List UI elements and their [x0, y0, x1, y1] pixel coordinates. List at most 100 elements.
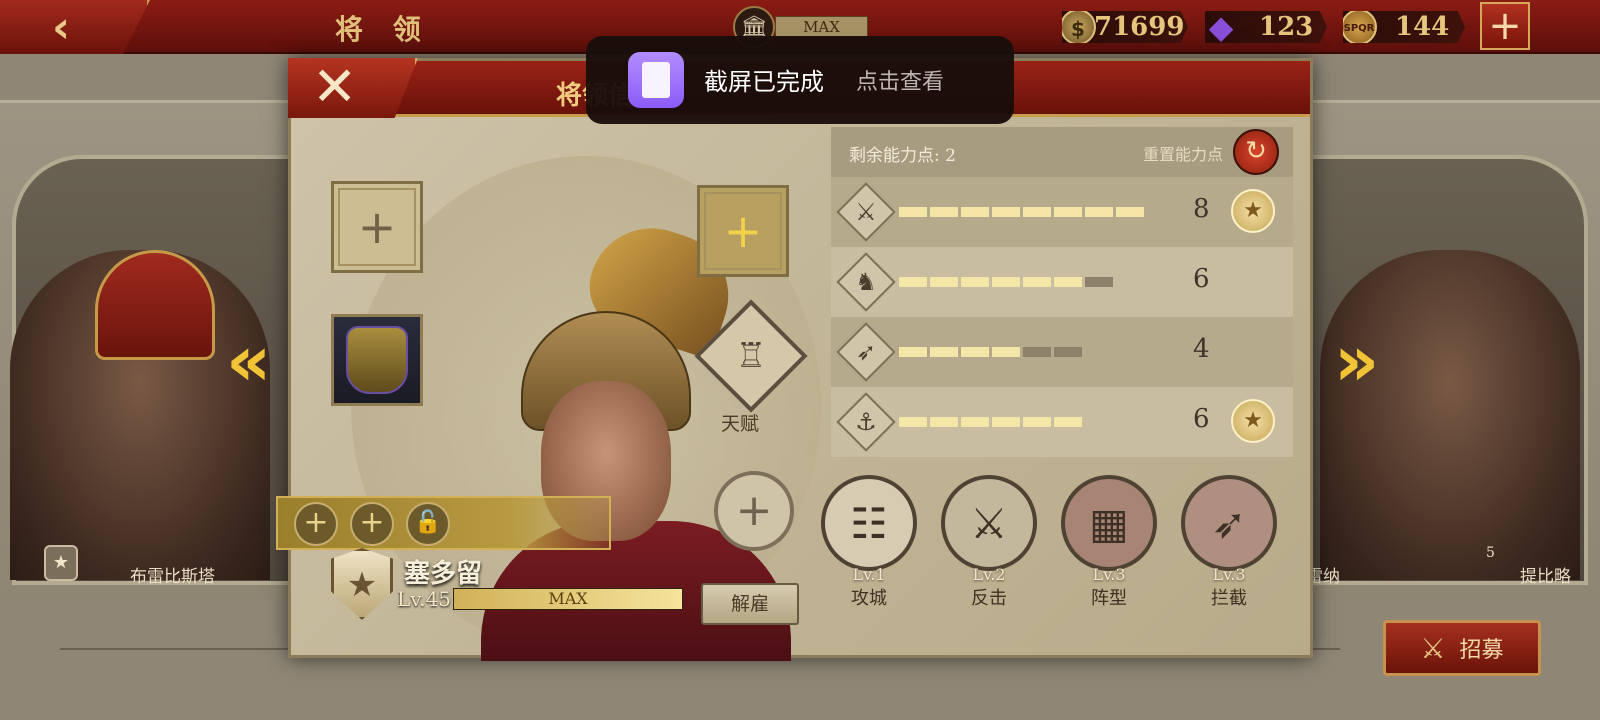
stat-row-naval[interactable]: ⚓ 6 ★: [831, 387, 1293, 457]
star-medal-icon: ★: [1231, 399, 1275, 443]
gem-value: 123: [1259, 12, 1314, 42]
stat-segment-filled: [1023, 277, 1051, 287]
lock-icon[interactable]: 🔓: [406, 502, 450, 546]
left-hero-rank-badge: ★: [44, 545, 78, 581]
stat-row-archery[interactable]: ➶ 4: [831, 317, 1293, 387]
add-resource-button[interactable]: +: [1480, 2, 1530, 50]
prev-hero-arrow-icon[interactable]: «: [226, 320, 271, 402]
horse-icon: ♞: [855, 268, 877, 296]
stat-segment-empty: [1023, 347, 1051, 357]
stat-segment-empty: [1085, 277, 1113, 287]
stat-segment-filled: [899, 207, 927, 217]
stat-value: 4: [1193, 334, 1210, 364]
gem-counter[interactable]: ◆ 123: [1205, 11, 1327, 43]
talent-label: 天赋: [721, 413, 760, 435]
skill-slot-plus[interactable]: +: [350, 502, 394, 546]
skill-slot-strip: + + 🔓: [276, 496, 611, 550]
stat-segment-filled: [992, 207, 1020, 217]
gallery-icon-page: [642, 62, 670, 98]
spqr-counter[interactable]: SPQR 144: [1343, 11, 1465, 43]
rank-shield-icon: ★: [331, 548, 393, 620]
coin-counter[interactable]: $ 71699: [1062, 11, 1188, 43]
sword-icon: ⚔: [855, 198, 877, 226]
equip-slot-armor[interactable]: [331, 314, 423, 406]
recruit-label: 招募: [1459, 638, 1504, 663]
skill-level: Lv.2: [972, 565, 1006, 584]
skill-counter[interactable]: ⚔ Lv.2 反击: [941, 475, 1037, 610]
equip-slot-weapon[interactable]: +: [331, 181, 423, 273]
close-button[interactable]: ✕: [288, 58, 418, 118]
gallery-icon: [628, 52, 684, 108]
page-title: 将 领: [335, 13, 431, 46]
stat-segment-filled: [961, 347, 989, 357]
siege-ladder-icon: ☷: [821, 475, 917, 571]
stat-segment-filled: [1054, 207, 1082, 217]
stat-segment-filled: [961, 207, 989, 217]
stat-segment-filled: [992, 347, 1020, 357]
stat-value: 6: [1193, 404, 1210, 434]
star-medal-icon: ★: [1231, 189, 1275, 233]
building-status: MAX: [775, 16, 868, 38]
stat-segment-filled: [930, 347, 958, 357]
stat-segment-filled: [930, 277, 958, 287]
stat-value: 8: [1193, 194, 1210, 224]
remaining-points: 剩余能力点: 2: [849, 146, 956, 166]
skill-formation[interactable]: ▦ Lv.3 阵型: [1061, 475, 1157, 610]
spqr-icon: SPQR: [1343, 11, 1377, 43]
stat-segment-filled: [899, 347, 927, 357]
skill-name: 阵型: [1091, 588, 1127, 609]
skill-slot-plus[interactable]: +: [294, 502, 338, 546]
anchor-icon: ⚓: [855, 408, 877, 436]
stat-segment-empty: [1054, 347, 1082, 357]
armor-icon: [346, 326, 408, 394]
stat-segment-filled: [992, 417, 1020, 427]
right-hero-name: 提比略: [1520, 567, 1571, 587]
helmet-plus-icon: ⚔: [1420, 631, 1446, 665]
chevron-left-icon: ‹: [52, 1, 71, 53]
skill-level: Lv.1: [852, 565, 886, 584]
right-hero-portrait[interactable]: [1320, 250, 1580, 580]
stat-row-attack[interactable]: ⚔ 8 ★: [831, 177, 1293, 247]
skill-name: 反击: [971, 588, 1007, 609]
next-hero-arrow-icon[interactable]: »: [1334, 320, 1379, 402]
stat-segment-filled: [899, 277, 927, 287]
toast-title: 截屏已完成: [704, 68, 824, 96]
toast-view-link[interactable]: 点击查看: [856, 64, 944, 96]
screenshot-toast[interactable]: 截屏已完成 点击查看: [586, 36, 1014, 124]
right-hero-level: 5: [1486, 545, 1495, 561]
skill-intercept[interactable]: ➶ Lv.3 拦截: [1181, 475, 1277, 610]
add-skill-button[interactable]: +: [714, 471, 794, 551]
hero-level: Lv.45: [397, 587, 452, 611]
stats-header: 剩余能力点: 2 重置能力点 ↻: [831, 127, 1293, 177]
dismiss-button[interactable]: 解雇: [701, 583, 799, 625]
skill-siege[interactable]: ☷ Lv.1 攻城: [821, 475, 917, 610]
stat-bar: [899, 207, 1144, 217]
level-progress-bar: MAX: [453, 588, 683, 610]
recruit-button[interactable]: ⚔ 招募: [1383, 620, 1541, 676]
reset-points-button[interactable]: ↻: [1233, 129, 1279, 175]
plus-icon: +: [723, 204, 763, 258]
shield-wall-icon: ▦: [1061, 475, 1157, 571]
stat-segment-filled: [1085, 207, 1113, 217]
stat-value: 6: [1193, 264, 1210, 294]
stat-segment-filled: [1023, 207, 1051, 217]
skill-level: Lv.3: [1212, 565, 1246, 584]
spqr-value: 144: [1395, 12, 1450, 42]
stat-bar: [899, 417, 1082, 427]
archer-icon: ➶: [1181, 475, 1277, 571]
plus-icon: +: [357, 200, 397, 254]
stat-segment-filled: [1023, 417, 1051, 427]
gem-icon: ◆: [1208, 8, 1234, 46]
stat-row-cavalry[interactable]: ♞ 6: [831, 247, 1293, 317]
coin-value: 71699: [1094, 12, 1185, 42]
stat-segment-filled: [1054, 417, 1082, 427]
level-status: MAX: [548, 589, 588, 608]
general-info-panel: ✕ 将领信 + + ♖ 天赋 + + + 🔓 ★ 塞多留 Lv.45 MAX 解…: [276, 58, 1313, 661]
stat-bar: [899, 277, 1113, 287]
stat-segment-filled: [899, 417, 927, 427]
reset-label: 重置能力点: [1143, 145, 1224, 164]
stat-segment-filled: [1116, 207, 1144, 217]
coin-icon: $: [1062, 11, 1096, 43]
equip-slot-eye[interactable]: +: [697, 185, 789, 277]
back-button[interactable]: ‹: [0, 0, 150, 54]
